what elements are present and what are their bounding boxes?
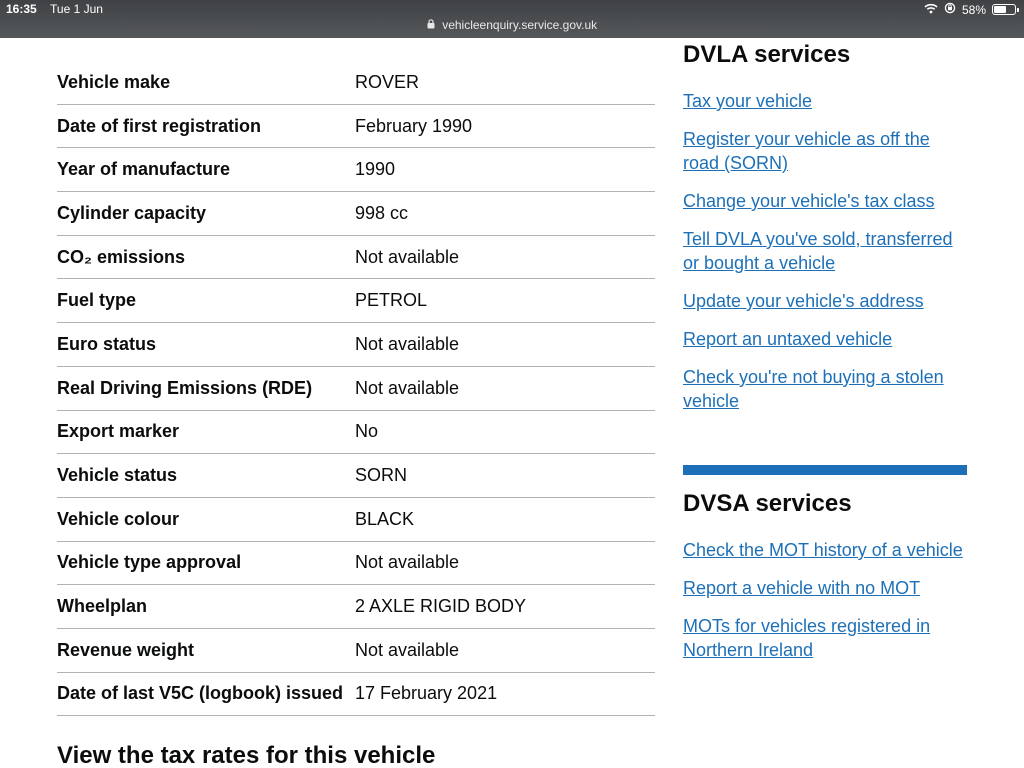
dvla-link[interactable]: Update your vehicle's address <box>683 289 967 313</box>
summary-row: Fuel type PETROL <box>57 279 655 324</box>
dvla-link[interactable]: Register your vehicle as off the road (S… <box>683 127 967 175</box>
status-right: 58% <box>924 2 1019 17</box>
summary-row: Year of manufacture 1990 <box>57 148 655 193</box>
summary-row: Revenue weight Not available <box>57 629 655 673</box>
dvsa-link[interactable]: MOTs for vehicles registered in Northern… <box>683 614 967 662</box>
summary-value: BLACK <box>355 508 415 529</box>
summary-value: February 1990 <box>355 115 473 136</box>
summary-key: Year of manufacture <box>57 159 231 180</box>
summary-row: Euro status Not available <box>57 323 655 367</box>
dvsa-services: DVSA services Check the MOT history of a… <box>683 490 967 676</box>
section-divider-bar <box>683 465 967 475</box>
dvsa-links: Check the MOT history of a vehicle Report… <box>683 538 967 662</box>
summary-value: 2 AXLE RIGID BODY <box>355 596 527 617</box>
tax-rates-heading: View the tax rates for this vehicle <box>57 742 436 768</box>
summary-row: Vehicle status SORN <box>57 454 655 498</box>
summary-row: Export marker No <box>57 411 655 455</box>
dvla-links: Tax your vehicle Register your vehicle as… <box>683 89 967 413</box>
summary-value: ROVER <box>355 71 420 92</box>
summary-value: Not available <box>355 246 460 267</box>
dvla-link[interactable]: Tax your vehicle <box>683 89 967 113</box>
summary-key: Fuel type <box>57 290 137 311</box>
summary-row: Vehicle colour BLACK <box>57 498 655 542</box>
summary-row: Cylinder capacity 998 cc <box>57 192 655 236</box>
dvsa-link[interactable]: Check the MOT history of a vehicle <box>683 538 967 562</box>
summary-key: Vehicle make <box>57 71 171 92</box>
battery-icon <box>992 4 1019 15</box>
summary-value: Not available <box>355 552 460 573</box>
summary-key: Wheelplan <box>57 596 148 617</box>
address-bar[interactable]: vehicleenquiry.service.gov.uk <box>0 18 1024 32</box>
summary-key: Revenue weight <box>57 639 195 660</box>
dvla-services: DVLA services Tax your vehicle Register y… <box>683 38 967 427</box>
summary-row: Date of last V5C (logbook) issued 17 Febr… <box>57 673 655 717</box>
summary-row: Wheelplan 2 AXLE RIGID BODY <box>57 585 655 629</box>
summary-row: CO₂ emissions Not available <box>57 236 655 280</box>
summary-key: Export marker <box>57 421 180 442</box>
dvla-link[interactable]: Tell DVLA you've sold, transferred or bo… <box>683 227 967 275</box>
status-date: Tue 1 Jun <box>50 2 103 16</box>
summary-value: 998 cc <box>355 202 409 223</box>
summary-key: Euro status <box>57 333 157 354</box>
summary-key: Cylinder capacity <box>57 202 207 223</box>
dvsa-link[interactable]: Report a vehicle with no MOT <box>683 576 967 600</box>
summary-value: Not available <box>355 639 460 660</box>
dvla-link[interactable]: Check you're not buying a stolen vehicle <box>683 365 967 413</box>
lock-icon <box>427 19 435 32</box>
summary-value: Not available <box>355 377 460 398</box>
orientation-lock-icon <box>944 2 956 17</box>
summary-key: Date of last V5C (logbook) issued <box>57 683 344 704</box>
summary-row: Vehicle type approval Not available <box>57 542 655 586</box>
summary-row: Vehicle make ROVER <box>57 61 655 105</box>
summary-row: Real Driving Emissions (RDE) Not availabl… <box>57 367 655 411</box>
dvla-services-heading: DVLA services <box>683 41 851 68</box>
address-url: vehicleenquiry.service.gov.uk <box>442 18 598 32</box>
summary-value: PETROL <box>355 290 428 311</box>
summary-value: 17 February 2021 <box>355 683 498 704</box>
battery-fill <box>994 6 1006 13</box>
summary-key: Real Driving Emissions (RDE) <box>57 377 313 398</box>
dvla-link[interactable]: Report an untaxed vehicle <box>683 327 967 351</box>
summary-value: SORN <box>355 465 408 486</box>
status-left: 16:35 Tue 1 Jun <box>6 2 113 16</box>
summary-value: No <box>355 421 379 442</box>
dvla-link[interactable]: Change your vehicle's tax class <box>683 189 967 213</box>
summary-row: Date of first registration February 1990 <box>57 105 655 149</box>
summary-key: Vehicle type approval <box>57 552 242 573</box>
summary-key: Date of first registration <box>57 115 262 136</box>
summary-key: Vehicle status <box>57 465 178 486</box>
summary-value: Not available <box>355 333 460 354</box>
browser-status-bar: 16:35 Tue 1 Jun vehicleenquiry.service.g… <box>0 0 1024 38</box>
summary-key: Vehicle colour <box>57 508 180 529</box>
summary-value: 1990 <box>355 159 396 180</box>
summary-key: CO₂ emissions <box>57 246 186 267</box>
battery-percentage: 58% <box>961 2 986 17</box>
dvsa-services-heading: DVSA services <box>683 490 852 517</box>
status-time: 16:35 <box>6 2 37 16</box>
wifi-icon <box>924 3 938 17</box>
vehicle-details-list: Vehicle make ROVER Date of first registrat… <box>57 61 655 717</box>
